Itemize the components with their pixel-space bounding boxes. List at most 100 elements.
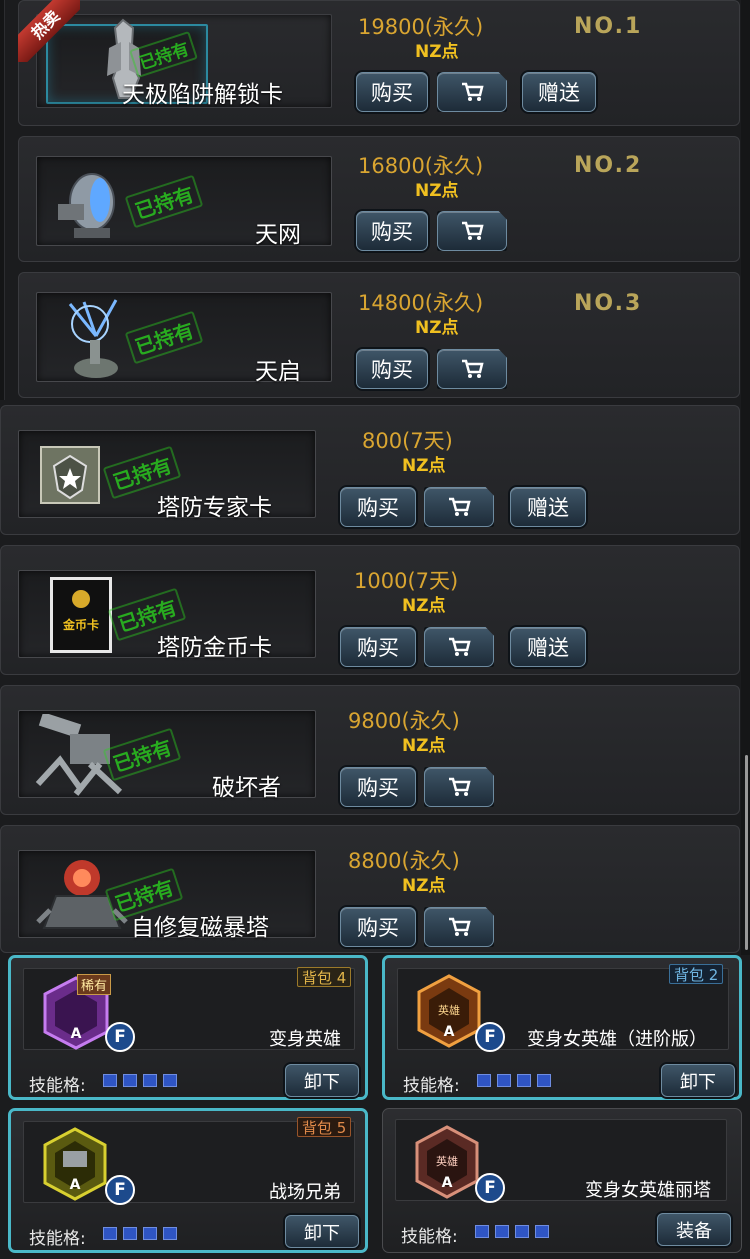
item-currency: NZ点 (402, 876, 446, 896)
shopping-cart-icon (449, 917, 471, 936)
hero-grade: A (70, 1177, 81, 1193)
skill-slot (163, 1074, 177, 1087)
buy-button[interactable]: 购买 (340, 767, 416, 807)
skill-slots-label: 技能格: (29, 1076, 86, 1096)
unequip-button[interactable]: 卸下 (285, 1215, 359, 1248)
rank-label: NO.1 (574, 14, 643, 39)
defense-expert-card-icon (40, 446, 100, 504)
buy-button[interactable]: 购买 (356, 211, 428, 251)
shopping-cart-icon (462, 82, 484, 101)
skill-slot (477, 1074, 491, 1087)
hero-card[interactable]: A 稀有 F 背包 4 变身英雄 技能格: 卸下 (8, 955, 368, 1100)
item-name: 塔防金币卡 (157, 635, 272, 661)
skill-slot (535, 1225, 549, 1238)
hero-card[interactable]: A F 背包 5 战场兄弟 技能格: 卸下 (8, 1108, 368, 1253)
item-name: 塔防专家卡 (157, 495, 272, 521)
apocalypse-turret-icon (68, 299, 118, 378)
skill-slot (537, 1074, 551, 1087)
shopping-cart-icon (449, 777, 471, 796)
buy-button[interactable]: 购买 (356, 349, 428, 389)
shopping-cart-icon (462, 221, 484, 240)
shopping-cart-icon (462, 359, 484, 378)
item-name: 天网 (255, 222, 301, 248)
hero-name: 战场兄弟 (269, 1182, 341, 1203)
buy-button[interactable]: 购买 (340, 627, 416, 667)
hero-name: 变身女英雄丽塔 (585, 1180, 711, 1201)
add-to-cart-button[interactable] (437, 211, 507, 251)
shopping-cart-icon (449, 497, 471, 516)
f-badge: F (105, 1175, 135, 1205)
hero-card[interactable]: 英雄 A F 变身女英雄丽塔 技能格: 装备 (382, 1108, 742, 1253)
skill-slot (103, 1227, 117, 1240)
hero-emblem-icon: 英雄 A (417, 974, 481, 1048)
add-to-cart-button[interactable] (424, 767, 494, 807)
f-badge: F (475, 1022, 505, 1052)
item-name: 自修复磁暴塔 (131, 915, 269, 941)
f-badge: F (105, 1022, 135, 1052)
skill-slot (475, 1225, 489, 1238)
hero-grade: A (442, 1175, 453, 1191)
hero-emblem-icon: A (43, 1127, 107, 1201)
skill-slot (497, 1074, 511, 1087)
hot-sale-ribbon: 热卖 (18, 0, 80, 62)
item-currency: NZ点 (415, 318, 459, 338)
gift-button[interactable]: 赠送 (522, 72, 596, 112)
skill-slots-label: 技能格: (29, 1229, 86, 1249)
item-currency: NZ点 (415, 181, 459, 201)
hero-name: 变身女英雄（进阶版） (527, 1029, 707, 1050)
item-name: 破坏者 (212, 775, 281, 801)
add-to-cart-button[interactable] (437, 349, 507, 389)
add-to-cart-button[interactable] (424, 907, 494, 947)
bag-badge: 背包 5 (297, 1117, 352, 1137)
hero-grade: A (71, 1026, 82, 1042)
bag-badge: 背包 2 (669, 964, 724, 984)
item-currency: NZ点 (415, 42, 459, 62)
unequip-button[interactable]: 卸下 (661, 1064, 735, 1097)
skill-slot (123, 1227, 137, 1240)
item-currency: NZ点 (402, 596, 446, 616)
hero-emblem-label: 英雄 (436, 1154, 458, 1168)
left-rail (0, 0, 5, 400)
item-currency: NZ点 (402, 456, 446, 476)
hero-emblem-label: 英雄 (438, 1003, 460, 1017)
equip-button[interactable]: 装备 (657, 1213, 731, 1246)
hero-grade: A (444, 1024, 455, 1040)
hero-name: 变身英雄 (269, 1029, 341, 1050)
add-to-cart-button[interactable] (437, 72, 507, 112)
rank-label: NO.3 (574, 291, 643, 316)
gift-button[interactable]: 赠送 (510, 627, 586, 667)
coin-card-label: 金币卡 (62, 618, 99, 632)
skill-slot (143, 1074, 157, 1087)
buy-button[interactable]: 购买 (340, 487, 416, 527)
f-badge: F (475, 1173, 505, 1203)
shopping-cart-icon (449, 637, 471, 656)
skill-slots-label: 技能格: (403, 1076, 460, 1096)
add-to-cart-button[interactable] (424, 627, 494, 667)
hero-emblem-icon: 英雄 A (415, 1125, 479, 1199)
item-currency: NZ点 (402, 736, 446, 756)
shop-window: 已持有 天极陷阱解锁卡 热卖 19800(永久) NZ点 NO.1 购买 赠送 … (0, 0, 750, 1259)
coin-card-icon: 金币卡 (50, 577, 112, 653)
buy-button[interactable]: 购买 (356, 72, 428, 112)
rarity-tag: 稀有 (77, 974, 112, 995)
scrollbar-thumb[interactable] (745, 755, 748, 950)
gift-button[interactable]: 赠送 (510, 487, 586, 527)
hero-card[interactable]: 英雄 A F 背包 2 变身女英雄（进阶版） 技能格: 卸下 (382, 955, 742, 1100)
bag-badge: 背包 4 (297, 967, 352, 987)
item-name: 天极陷阱解锁卡 (122, 82, 283, 108)
skill-slot (163, 1227, 177, 1240)
skill-slot (103, 1074, 117, 1087)
skill-slot (517, 1074, 531, 1087)
rank-label: NO.2 (574, 153, 643, 178)
add-to-cart-button[interactable] (424, 487, 494, 527)
buy-button[interactable]: 购买 (340, 907, 416, 947)
skill-slots-label: 技能格: (401, 1227, 458, 1247)
unequip-button[interactable]: 卸下 (285, 1064, 359, 1097)
skill-slot (123, 1074, 137, 1087)
hot-sale-label: 热卖 (18, 0, 80, 62)
skill-slot (515, 1225, 529, 1238)
skill-slot (495, 1225, 509, 1238)
sky-net-turret-icon (58, 173, 115, 238)
item-name: 天启 (255, 359, 301, 385)
skill-slot (143, 1227, 157, 1240)
